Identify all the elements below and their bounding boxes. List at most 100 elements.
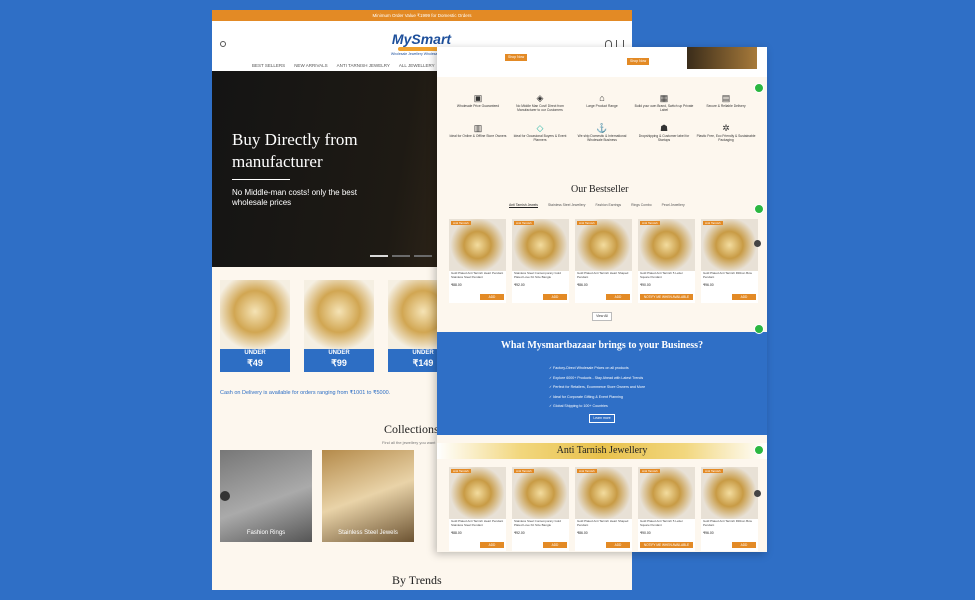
product-image: Anti Tarnish	[701, 467, 758, 519]
add-to-cart-button[interactable]: ADD	[543, 294, 567, 300]
product-name[interactable]: Gold Plated Anti Tarnish Heart Pendant S…	[449, 271, 506, 283]
add-to-cart-button[interactable]: ADD	[480, 542, 504, 548]
product-name[interactable]: Gold Plated Anti Tarnish Heart Shaped Pe…	[575, 519, 632, 531]
nav-item[interactable]: NEW ARRIVALS	[294, 63, 327, 68]
product-name[interactable]: Gold Plated Anti Tarnish Heart Shaped Pe…	[575, 271, 632, 283]
product-price: ₹86.00	[577, 283, 588, 287]
product-name[interactable]: Gold Plated Anti Tarnish 5 Letter Square…	[638, 519, 695, 531]
price-under: UNDER	[328, 350, 350, 356]
price-under: UNDER	[244, 350, 266, 356]
whatsapp-icon[interactable]	[754, 204, 764, 214]
product-name[interactable]: Gold Plated Anti Tarnish Heart Pendant S…	[449, 519, 506, 531]
learn-more-button[interactable]: Learn more	[589, 414, 615, 423]
feature-label: Dropshipping & Customer label for Startu…	[638, 134, 690, 142]
feature-item: ☗ Dropshipping & Customer label for Start…	[633, 122, 695, 142]
notify-me-button[interactable]: NOTIFY ME WHEN AVAILABLE	[640, 542, 693, 548]
people-icon: ☗	[659, 123, 669, 133]
feature-label: Large Product Range	[586, 104, 618, 108]
product-badge: Anti Tarnish	[640, 469, 660, 473]
handshake-icon: ◈	[536, 93, 544, 103]
bestseller-products: Anti Tarnish Gold Plated Anti Tarnish He…	[449, 219, 758, 303]
product-card[interactable]: Anti Tarnish Gold Plated Anti Tarnish 5 …	[638, 467, 695, 551]
add-to-cart-button[interactable]: ADD	[732, 542, 756, 548]
add-to-cart-button[interactable]: ADD	[480, 294, 504, 300]
building-icon: ▦	[659, 93, 669, 103]
product-card[interactable]: Anti Tarnish Gold Plated Anti Tarnish Ri…	[701, 219, 758, 303]
tab-rings-combo[interactable]: Rings Combo	[631, 203, 652, 208]
whatsapp-icon[interactable]	[754, 83, 764, 93]
shop-now-button[interactable]: Shop Now	[505, 54, 528, 61]
feature-item: ⚓ We ship Domestic & International Wholes…	[571, 122, 633, 142]
product-price: ₹90.00	[640, 531, 651, 535]
tab-fashion-earrings[interactable]: Fashion Earrings	[595, 203, 621, 208]
product-card[interactable]: Anti Tarnish Gold Plated Anti Tarnish He…	[449, 219, 506, 303]
search-icon[interactable]	[220, 41, 226, 47]
carousel-prev-icon[interactable]	[220, 491, 230, 501]
slider-dot[interactable]	[414, 255, 432, 257]
product-card[interactable]: Anti Tarnish Gold Plated Anti Tarnish He…	[575, 467, 632, 551]
product-name[interactable]: Gold Plated Anti Tarnish Ribbon Bow Pend…	[701, 271, 758, 283]
add-to-cart-button[interactable]: ADD	[606, 294, 630, 300]
product-image: Anti Tarnish	[449, 467, 506, 519]
nav-item[interactable]: ANTI TARNISH JEWELRY	[337, 63, 390, 68]
trends-title: By Trends	[392, 573, 442, 587]
bestseller-title: Our Bestseller	[571, 184, 629, 195]
shop-now-button[interactable]: Shop Now	[627, 58, 650, 65]
whatsapp-icon[interactable]	[754, 445, 764, 455]
diamond-icon: ◇	[536, 123, 544, 133]
product-image: Anti Tarnish	[701, 219, 758, 271]
view-all-button[interactable]: View All	[592, 312, 612, 321]
nav-item[interactable]: BEST SELLERS	[252, 63, 285, 68]
product-name[interactable]: Gold Plated Anti Tarnish Ribbon Bow Pend…	[701, 519, 758, 531]
price-card[interactable]: UNDER ₹99	[304, 280, 374, 372]
whatsapp-icon[interactable]	[754, 324, 764, 334]
benefit-item: ✓ Ideal for Corporate Gifting & Event Pl…	[549, 394, 623, 399]
product-badge: Anti Tarnish	[703, 221, 723, 225]
feature-grid: ▣ Wholesale Price Guaranteed ◈ No Middle M…	[447, 92, 757, 142]
nav-item[interactable]: ALL JEWELLERY	[399, 63, 435, 68]
slider-dot[interactable]	[370, 255, 388, 257]
benefit-item: ✓ Factory-Direct Wholesale Prices on all…	[549, 366, 629, 370]
bestseller-tabs: Anti Tarnish Jewels Stainless Steel Jewe…	[509, 203, 685, 208]
add-to-cart-button[interactable]: ADD	[606, 542, 630, 548]
benefits-list: ✓ Factory-Direct Wholesale Prices on all…	[549, 364, 645, 412]
product-badge: Anti Tarnish	[577, 469, 597, 473]
collection-card[interactable]: Stainless Steel Jewels	[322, 450, 414, 542]
carousel-next-icon[interactable]	[754, 240, 761, 247]
product-card[interactable]: Anti Tarnish Stainless Steel Contemporar…	[512, 467, 569, 551]
product-price: ₹96.00	[703, 283, 714, 287]
add-to-cart-button[interactable]: ADD	[543, 542, 567, 548]
product-card[interactable]: Anti Tarnish Gold Plated Anti Tarnish 5 …	[638, 219, 695, 303]
carousel-next-icon[interactable]	[754, 490, 761, 497]
feature-item: ◇ Ideal for Occasional Buyers & Event Pla…	[509, 122, 571, 142]
product-name[interactable]: Gold Plated Anti Tarnish 5 Letter Square…	[638, 271, 695, 283]
feature-label: Plastic Free, Eco Friendly & Sustainable…	[696, 134, 756, 142]
collection-card[interactable]: Fashion Rings	[220, 450, 312, 542]
slider-dot[interactable]	[392, 255, 410, 257]
product-image: Anti Tarnish	[512, 219, 569, 271]
tab-stainless-steel[interactable]: Stainless Steel Jewellery	[548, 203, 586, 208]
store-icon: ⌂	[599, 93, 605, 103]
product-card[interactable]: Anti Tarnish Gold Plated Anti Tarnish He…	[575, 219, 632, 303]
ship-icon: ⚓	[596, 123, 608, 133]
hero-title: Buy Directly from manufacturer	[232, 130, 358, 171]
product-image: Anti Tarnish	[575, 219, 632, 271]
product-name[interactable]: Stainless Steel Contemporary Gold Plated…	[512, 519, 569, 531]
product-name[interactable]: Stainless Steel Contemporary Gold Plated…	[512, 271, 569, 283]
feature-item: ◈ No Middle Man Cost! Direct from Manufac…	[509, 92, 571, 112]
product-image: Anti Tarnish	[638, 467, 695, 519]
notify-me-button[interactable]: NOTIFY ME WHEN AVAILABLE	[640, 294, 693, 300]
product-badge: Anti Tarnish	[640, 221, 660, 225]
price-card[interactable]: UNDER ₹49	[220, 280, 290, 372]
product-card[interactable]: Anti Tarnish Gold Plated Anti Tarnish He…	[449, 467, 506, 551]
tab-anti-tarnish[interactable]: Anti Tarnish Jewels	[509, 203, 538, 208]
add-to-cart-button[interactable]: ADD	[732, 294, 756, 300]
product-price: ₹96.00	[703, 531, 714, 535]
top-banner-strip: Shop Now Shop Now	[437, 47, 767, 77]
product-badge: Anti Tarnish	[514, 221, 534, 225]
banner-image	[687, 47, 757, 69]
product-card[interactable]: Anti Tarnish Gold Plated Anti Tarnish Ri…	[701, 467, 758, 551]
tab-pearl-jewellery[interactable]: Pearl Jewellery	[662, 203, 685, 208]
feature-item: ⌂ Large Product Range	[571, 92, 633, 112]
product-card[interactable]: Anti Tarnish Stainless Steel Contemporar…	[512, 219, 569, 303]
